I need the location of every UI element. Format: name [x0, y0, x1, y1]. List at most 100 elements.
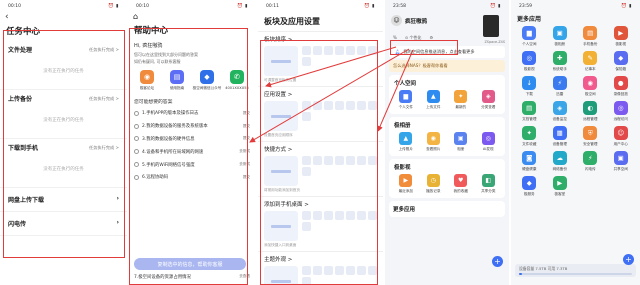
home-app[interactable]: ▆ 个人文件	[394, 90, 418, 110]
question-label: 5.手机的WiFi网络信号强度	[142, 162, 195, 168]
home-app[interactable]: ✦ 最新的	[449, 90, 473, 110]
more-app[interactable]: ▶ 极影视	[606, 26, 637, 47]
question-action[interactable]: 提交	[243, 124, 250, 129]
settings-module[interactable]: 应用设置 > 设置首页应用顺序	[258, 86, 383, 141]
question-item[interactable]: 2.我的数据设备的服务及系统版本 提交	[128, 120, 256, 133]
question-action[interactable]: 去测试	[239, 149, 250, 154]
radio-button[interactable]	[134, 162, 139, 168]
home-block-title[interactable]: 极相册	[392, 120, 502, 132]
help-app-guide[interactable]: ▤ 使用指南	[165, 70, 190, 91]
settings-module[interactable]: 主题外观 >	[258, 251, 383, 285]
home-block-title[interactable]: 个人空间	[392, 78, 502, 90]
more-app[interactable]: ● 录像回放	[606, 76, 637, 97]
task-status-link[interactable]: 任务执行完成 >	[89, 47, 119, 53]
more-app[interactable]: ◉ 极空间	[575, 76, 606, 97]
radio-button[interactable]	[134, 123, 139, 129]
more-app[interactable]: ▆ 个人空间	[514, 26, 545, 47]
task-list-item[interactable]: 网盘上传下载 ›	[0, 188, 127, 212]
question-item[interactable]: 4.设备和手机所在局域网的网速 去测试	[128, 145, 256, 158]
header-icon[interactable]: ⊙ 个性化	[405, 35, 422, 41]
more-app[interactable]: ◈ 设备监控	[545, 101, 576, 122]
question-item[interactable]: 5.手机的WiFi网络信号强度 去测试	[128, 158, 256, 171]
avatar[interactable]: ☺	[391, 15, 402, 26]
question-action[interactable]: 去查看	[239, 274, 250, 280]
help-app-forum[interactable]: ◉ 极客论坛	[135, 70, 160, 91]
home-app[interactable]: ▲ 上传文件	[421, 90, 445, 110]
more-app[interactable]: ◆ 保险箱	[606, 51, 637, 72]
settings-module-header: 主题外观 >	[264, 255, 377, 263]
more-app[interactable]: ◎ 极影视	[514, 51, 545, 72]
task-section[interactable]: 文件处理 任务执行完成 > 没有正在执行的任务	[0, 41, 127, 90]
question-item[interactable]: 6.远程协助码 提交	[128, 171, 256, 184]
home-app[interactable]: ◷ 播放记录	[421, 174, 445, 194]
more-app[interactable]: ▤ 手机备份	[575, 26, 606, 47]
more-app[interactable]: ◎ 远程访问	[606, 101, 637, 122]
more-app[interactable]: ☺ 用户中心	[606, 126, 637, 147]
add-fab-button[interactable]: +	[623, 254, 634, 265]
task-status-link[interactable]: 任务执行完成 >	[89, 145, 119, 151]
home-icon[interactable]: ⌂	[128, 12, 256, 22]
radio-button[interactable]	[134, 136, 139, 142]
question-item[interactable]: 3.我的数据设备的硬件信息 提交	[128, 133, 256, 146]
more-app[interactable]: ↓ 下载	[514, 76, 545, 97]
preview-tile	[302, 112, 311, 121]
question-item[interactable]: 1.手机APP的版本及操作日志 提交	[128, 107, 256, 120]
question-action[interactable]: 提交	[243, 111, 250, 116]
more-app[interactable]: ✚ 系统助手	[545, 51, 576, 72]
question-action[interactable]: 提交	[243, 175, 250, 180]
more-app[interactable]: ✦ 文件收藏	[514, 126, 545, 147]
app-icon: ◐	[583, 101, 598, 115]
home-app[interactable]: ▲ 上传照片	[394, 132, 418, 152]
page-title: 任务中心	[6, 27, 41, 37]
more-apps-title[interactable]: 更多应用	[389, 201, 505, 217]
home-app[interactable]: ◧ 共享分类	[476, 174, 500, 194]
more-app[interactable]: ☁ 网络备份	[545, 151, 576, 172]
more-app-label: 极服务	[523, 192, 535, 196]
home-block-title[interactable]: 极影视	[392, 162, 502, 174]
header-icon[interactable]: %	[393, 35, 397, 41]
app-icon: ☁	[552, 151, 567, 165]
more-app[interactable]: ▣ 极相册	[545, 26, 576, 47]
header-icon[interactable]: ⚙	[429, 35, 433, 41]
more-app[interactable]: ▶ 极客堂	[545, 176, 576, 197]
task-section[interactable]: 上传备份 任务执行完成 > 没有正在执行的任务	[0, 90, 127, 139]
add-fab-button[interactable]: +	[492, 256, 503, 267]
radio-button[interactable]	[134, 174, 139, 180]
settings-module[interactable]: 板块排序 > 可调整首页板块位置	[258, 31, 383, 86]
question-item[interactable]: 7.极空间设备的资源占用情况 去查看	[134, 274, 250, 280]
home-app[interactable]: ♥ 我的收藏	[449, 174, 473, 194]
more-app[interactable]: ⛨ 安全管理	[575, 126, 606, 147]
back-arrow-icon[interactable]: ‹	[0, 12, 127, 22]
help-app-phone[interactable]: ✆ 4001XXXX55	[225, 70, 250, 91]
home-app[interactable]: ▣ 相册	[449, 132, 473, 152]
help-app-wechat[interactable]: ◆ 极空间微信公众号	[193, 70, 221, 91]
copy-info-button[interactable]: 复制选中的信息，帮助你客服	[134, 258, 246, 270]
task-section[interactable]: 下载到手机 任务执行完成 > 没有正在执行的任务	[0, 139, 127, 188]
settings-module[interactable]: 快捷方式 > 将常用功能添加到首页	[258, 141, 383, 196]
settings-module-title: 添加到手机桌面 >	[264, 202, 309, 208]
promo-banner[interactable]: 怎么选择NAS？极客帮你看看	[389, 60, 505, 72]
more-app[interactable]: ◐ 远程管理	[575, 101, 606, 122]
preview-thumbnail	[264, 101, 298, 131]
message-item[interactable]: 🔔︎ 我的空间信息推送消息，点击查看更多	[389, 46, 505, 58]
more-app[interactable]: ▣ 共享空间	[606, 151, 637, 172]
more-app[interactable]: ✎ 记事本	[575, 51, 606, 72]
settings-module[interactable]: 添加到手机桌面 > 添加快捷入口到桌面	[258, 196, 383, 251]
question-action[interactable]: 提交	[243, 136, 250, 141]
task-item-label: 网盘上传下载	[8, 197, 45, 204]
radio-button[interactable]	[134, 110, 139, 116]
home-app[interactable]: ▶ 最近添加	[394, 174, 418, 194]
more-app[interactable]: ▤ 文档管理	[514, 101, 545, 122]
question-action[interactable]: 去测试	[239, 162, 250, 167]
task-list-item[interactable]: 闪电传 ›	[0, 212, 127, 236]
home-app[interactable]: ◈ 分类查看	[476, 90, 500, 110]
radio-button[interactable]	[134, 149, 139, 155]
home-app[interactable]: ◎ AI发现	[476, 132, 500, 152]
home-app[interactable]: ◉ 查看照片	[421, 132, 445, 152]
more-app[interactable]: ▦ 设备管理	[545, 126, 576, 147]
more-app[interactable]: ⚡ 迅雷	[545, 76, 576, 97]
more-app[interactable]: ◙ 硬盘健康	[514, 151, 545, 172]
more-app[interactable]: ◆ 极服务	[514, 176, 545, 197]
more-app[interactable]: ⚡ 闪电传	[575, 151, 606, 172]
task-status-link[interactable]: 任务执行完成 >	[89, 96, 119, 102]
